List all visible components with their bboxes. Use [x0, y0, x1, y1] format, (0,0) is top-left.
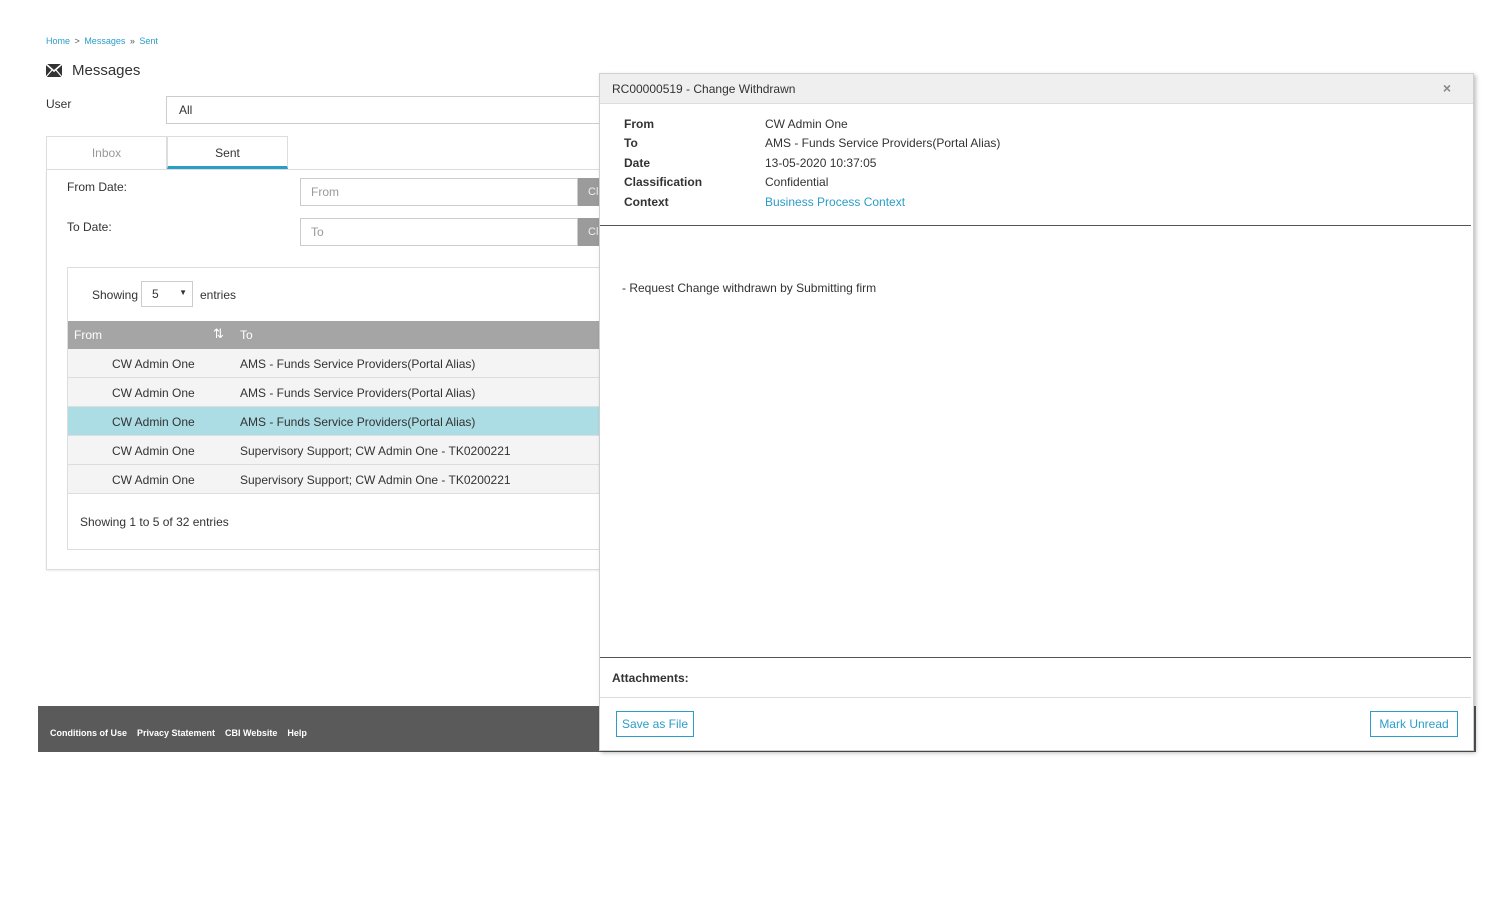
breadcrumb-messages-link[interactable]: Messages: [84, 36, 125, 46]
user-label: User: [46, 97, 72, 111]
row-to: Supervisory Support; CW Admin One - TK02…: [240, 444, 511, 458]
page-title: Messages: [46, 62, 140, 79]
breadcrumb-home-link[interactable]: Home: [46, 36, 70, 46]
user-select[interactable]: All: [166, 96, 606, 124]
footer-link-privacy[interactable]: Privacy Statement: [137, 728, 215, 738]
to-date-label: To Date:: [67, 220, 112, 234]
row-from: CW Admin One: [112, 444, 195, 458]
from-date-input[interactable]: From: [300, 178, 578, 206]
table-row[interactable]: CW Admin One Supervisory Support; CW Adm…: [68, 465, 606, 494]
chevron-down-icon: ▼: [179, 288, 187, 297]
footer-link-help[interactable]: Help: [287, 728, 307, 738]
to-date-clear-button[interactable]: Cl: [578, 218, 600, 246]
meta-from-label: From: [624, 117, 654, 131]
envelope-icon: [46, 64, 62, 77]
meta-classification-value: Confidential: [765, 175, 829, 189]
message-body: - Request Change withdrawn by Submitting…: [622, 281, 877, 295]
mark-unread-button[interactable]: Mark Unread: [1370, 711, 1458, 737]
tab-sent[interactable]: Sent: [167, 136, 288, 169]
to-date-input[interactable]: To: [300, 218, 578, 246]
meta-classification-label: Classification: [624, 175, 703, 189]
row-to: AMS - Funds Service Providers(Portal Ali…: [240, 386, 476, 400]
row-from: CW Admin One: [112, 415, 195, 429]
column-header-to[interactable]: To: [240, 328, 253, 342]
page-title-text: Messages: [72, 62, 141, 79]
footer-links: Conditions of Use Privacy Statement CBI …: [50, 728, 307, 738]
row-from: CW Admin One: [112, 386, 195, 400]
sort-icon[interactable]: ⇅: [213, 326, 224, 342]
table-header: From ⇅ To: [68, 321, 606, 349]
meta-date-value: 13-05-2020 10:37:05: [765, 156, 877, 170]
breadcrumb-separator: »: [129, 36, 135, 46]
table-info: Showing 1 to 5 of 32 entries: [80, 515, 229, 529]
row-to: AMS - Funds Service Providers(Portal Ali…: [240, 415, 476, 429]
from-date-clear-button[interactable]: Cl: [578, 178, 600, 206]
column-header-from[interactable]: From: [74, 328, 102, 342]
modal-divider: [600, 225, 1471, 226]
save-as-file-button[interactable]: Save as File: [616, 711, 694, 737]
showing-label: Showing: [92, 288, 139, 302]
entries-select[interactable]: 5 ▼: [141, 281, 193, 307]
row-from: CW Admin One: [112, 357, 195, 371]
row-from: CW Admin One: [112, 473, 195, 487]
tab-inbox[interactable]: Inbox: [46, 136, 167, 169]
modal-header: RC00000519 - Change Withdrawn ×: [600, 74, 1473, 104]
breadcrumb-sent[interactable]: Sent: [139, 36, 158, 46]
table-row[interactable]: CW Admin One AMS - Funds Service Provide…: [68, 349, 606, 378]
modal-divider: [600, 657, 1471, 658]
meta-context-label: Context: [624, 195, 669, 209]
meta-date-label: Date: [624, 156, 651, 170]
entries-select-value: 5: [152, 287, 159, 301]
footer-link-conditions[interactable]: Conditions of Use: [50, 728, 127, 738]
modal-title: RC00000519 - Change Withdrawn: [612, 82, 796, 96]
message-detail-modal: RC00000519 - Change Withdrawn × From CW …: [599, 73, 1474, 751]
breadcrumb-separator: >: [74, 36, 80, 46]
attachments-label: Attachments:: [612, 671, 689, 685]
attachments-divider: [600, 697, 1471, 698]
meta-to-value: AMS - Funds Service Providers(Portal Ali…: [765, 136, 1001, 150]
meta-from-value: CW Admin One: [765, 117, 848, 131]
close-icon[interactable]: ×: [1443, 80, 1451, 96]
message-tabs: Inbox Sent: [46, 136, 606, 170]
table-row-selected[interactable]: CW Admin One AMS - Funds Service Provide…: [68, 407, 606, 436]
table-row[interactable]: CW Admin One Supervisory Support; CW Adm…: [68, 436, 606, 465]
table-row[interactable]: CW Admin One AMS - Funds Service Provide…: [68, 378, 606, 407]
meta-to-label: To: [624, 136, 638, 150]
from-date-label: From Date:: [67, 180, 128, 194]
context-link[interactable]: Business Process Context: [765, 195, 905, 209]
row-to: Supervisory Support; CW Admin One - TK02…: [240, 473, 511, 487]
entries-label: entries: [200, 288, 237, 302]
row-to: AMS - Funds Service Providers(Portal Ali…: [240, 357, 476, 371]
breadcrumb: Home > Messages » Sent: [46, 36, 158, 46]
footer-link-cbi-website[interactable]: CBI Website: [225, 728, 277, 738]
